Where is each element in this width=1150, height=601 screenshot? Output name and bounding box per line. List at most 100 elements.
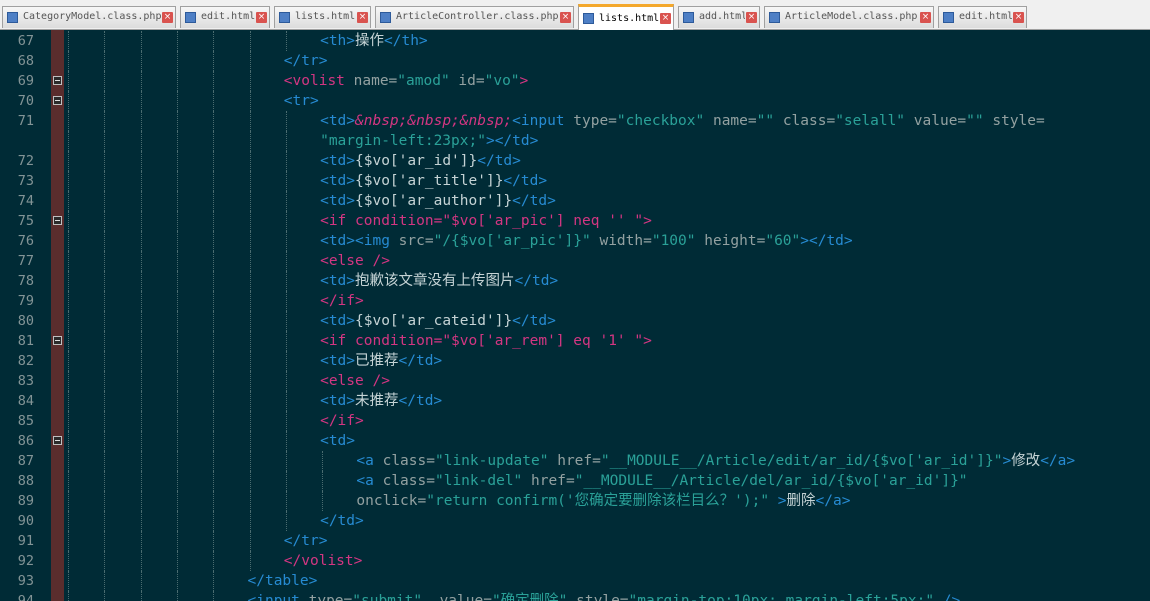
code-text: <td>{$vo['ar_id']}</td> [320,151,521,171]
code-line[interactable]: 90 </td> [0,511,1150,531]
indent-guide [213,91,215,111]
indent-guide [104,551,106,571]
code-line[interactable]: 91 </tr> [0,531,1150,551]
code-editor[interactable]: 67 <th>操作</th> 68 </tr> 69 <volist name="amod… [0,30,1150,601]
tab-0[interactable]: CategoryModel.class.php × [2,6,176,28]
indent-guide [176,431,178,451]
indent-guide [213,371,215,391]
tab-6[interactable]: ArticleModel.class.php × [764,6,934,28]
indent-guide [249,311,251,331]
indent-guide [249,411,251,431]
code-line[interactable]: 73 <td>{$vo['ar_title']}</td> [0,171,1150,191]
code-token: ></td> [485,133,539,149]
code-text: </if> [320,411,364,431]
indent-guide [213,291,215,311]
code-line[interactable]: 69 <volist name="amod" id="vo"> [0,71,1150,91]
code-token: 操作 [355,33,385,49]
indent-guide [176,351,178,371]
indent-guide [140,271,142,291]
code-token: 抱歉该文章没有上传图片 [355,273,515,289]
tab-bar: CategoryModel.class.php × edit.html × lists.… [0,0,1150,30]
code-line[interactable]: 80 <td>{$vo['ar_cateid']}</td> [0,311,1150,331]
code-line[interactable]: 67 <th>操作</th> [0,31,1150,51]
fold-toggle-icon[interactable] [53,96,62,105]
close-icon[interactable]: × [357,12,368,23]
indent-guide [68,91,69,111]
tab-label: ArticleController.class.php [396,11,559,22]
close-icon[interactable]: × [746,12,757,23]
indent-guide [285,211,287,231]
tab-2[interactable]: lists.html × [274,6,371,28]
code-line[interactable]: 92 </volist> [0,551,1150,571]
line-number: 77 [17,253,34,269]
code-token: </tr> [283,53,328,69]
indent-guide [213,331,215,351]
code-line[interactable]: 74 <td>{$vo['ar_author']}</td> [0,191,1150,211]
tab-1[interactable]: edit.html × [180,6,270,28]
code-line[interactable]: 70 <tr> [0,91,1150,111]
tab-5[interactable]: add.html × [678,6,760,28]
tab-3[interactable]: ArticleController.class.php × [375,6,574,28]
code-token: href= [548,453,601,469]
indent-guide [140,431,142,451]
code-line[interactable]: 71 <td>&nbsp;&nbsp;&nbsp;<input type="che… [0,111,1150,131]
code-token: <td> [320,173,356,189]
code-line[interactable]: 93 </table> [0,571,1150,591]
code-line[interactable]: 89 onclick="return confirm('您确定要删除该栏目么？')… [0,491,1150,511]
close-icon[interactable]: × [560,12,571,23]
indent-guide [213,151,215,171]
indent-guide [140,111,142,131]
code-line[interactable]: 87 <a class="link-update" href="__MODULE_… [0,451,1150,471]
indent-guide [285,231,287,251]
close-icon[interactable]: × [256,12,267,23]
code-line[interactable]: 78 <td>抱歉该文章没有上传图片</td> [0,271,1150,291]
indent-guide [285,171,287,191]
indent-guide [176,171,178,191]
code-line[interactable]: 76 <td><img src="/{$vo['ar_pic']}" width=… [0,231,1150,251]
code-line[interactable]: "margin-left:23px;"></td> [0,131,1150,151]
code-line[interactable]: 94 <input type="submit" value="确定删除" styl… [0,591,1150,601]
code-line[interactable]: 77 <else /> [0,251,1150,271]
code-line[interactable]: 79 </if> [0,291,1150,311]
code-line[interactable]: 72 <td>{$vo['ar_id']}</td> [0,151,1150,171]
tab-4[interactable]: lists.html × [578,4,674,30]
indent-guide [68,71,69,91]
line-number: 92 [17,553,34,569]
indent-guide [176,251,178,271]
close-icon[interactable]: × [660,13,671,24]
code-line[interactable]: 82 <td>已推荐</td> [0,351,1150,371]
close-icon[interactable]: × [1013,12,1024,23]
fold-toggle-icon[interactable] [53,76,62,85]
code-line[interactable]: 85 </if> [0,411,1150,431]
indent-guide [176,271,178,291]
code-line[interactable]: 84 <td>未推荐</td> [0,391,1150,411]
indent-guide [213,131,215,151]
indent-guide [68,511,69,531]
code-token: <td><img [320,233,399,249]
tab-label: edit.html [959,11,1012,22]
code-token: <else /> [320,373,390,389]
indent-guide [285,191,287,211]
code-line[interactable]: 88 <a class="link-del" href="__MODULE__/A… [0,471,1150,491]
indent-guide [104,271,106,291]
fold-toggle-icon[interactable] [53,436,62,445]
indent-guide [249,131,251,151]
fold-toggle-icon[interactable] [53,216,62,225]
fold-toggle-icon[interactable] [53,336,62,345]
indent-guide [140,251,142,271]
code-line[interactable]: 81 <if condition="$vo['ar_rem'] eq '1' "> [0,331,1150,351]
code-line[interactable]: 68 </tr> [0,51,1150,71]
code-line[interactable]: 75 <if condition="$vo['ar_pic'] neq '' "> [0,211,1150,231]
code-line[interactable]: 86 <td> [0,431,1150,451]
indent-guide [140,551,142,571]
close-icon[interactable]: × [162,12,173,23]
code-token: <td> [320,193,356,209]
line-number: 94 [17,593,34,601]
code-token: "" [966,113,984,129]
tab-7[interactable]: edit.html × [938,6,1027,28]
indent-guide [104,591,106,601]
close-icon[interactable]: × [920,12,931,23]
code-line[interactable]: 83 <else /> [0,371,1150,391]
code-text: </if> [320,291,364,311]
indent-guide [213,551,215,571]
